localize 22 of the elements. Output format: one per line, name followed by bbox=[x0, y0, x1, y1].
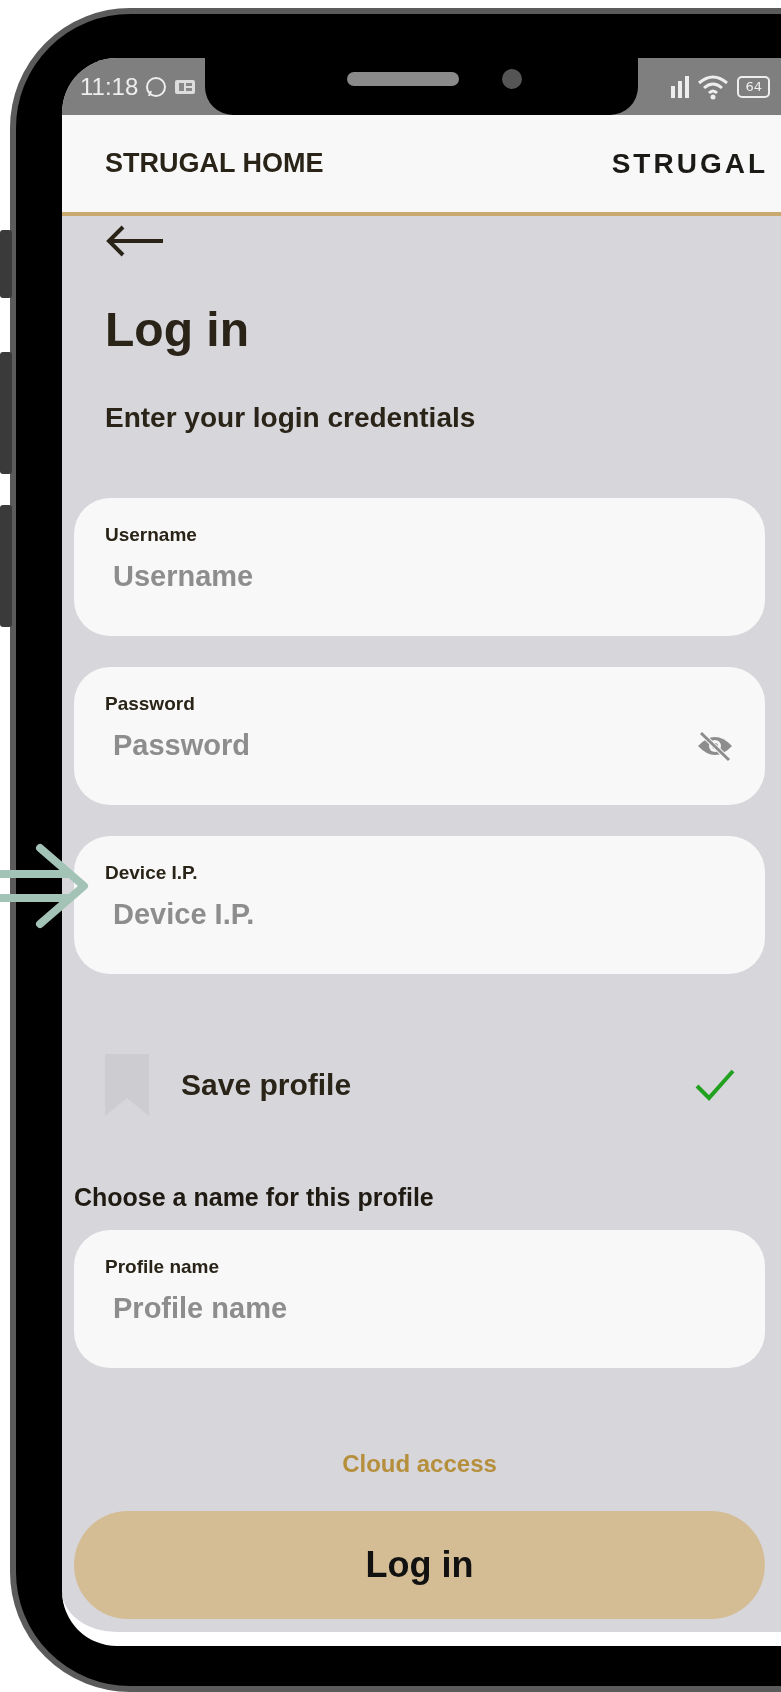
field-label: Profile name bbox=[105, 1256, 221, 1278]
input-field[interactable]: Username bbox=[105, 560, 735, 593]
input-field[interactable]: Profile name bbox=[105, 1292, 735, 1325]
page-subtitle: Enter your login credentials bbox=[105, 401, 477, 435]
input-field[interactable]: Device I.P. bbox=[105, 898, 735, 931]
battery-indicator: 64 bbox=[737, 75, 770, 98]
wifi-icon bbox=[697, 73, 730, 100]
section-heading: Choose a name for this profile bbox=[74, 1182, 435, 1212]
brand-logo: STRUGAL bbox=[611, 147, 768, 180]
chat-bubble-icon bbox=[144, 74, 169, 99]
field-label: Device I.P. bbox=[105, 862, 199, 884]
status-time: 11:18 bbox=[80, 72, 139, 101]
header-title: STRUGAL HOME bbox=[105, 148, 324, 179]
page-title: Log in bbox=[105, 302, 250, 358]
save-profile-label: Save profile bbox=[181, 1068, 352, 1102]
signal-icon bbox=[669, 75, 690, 98]
login-button[interactable]: Log in bbox=[74, 1511, 765, 1619]
input-field[interactable]: Password bbox=[105, 729, 695, 762]
back-arrow-icon[interactable] bbox=[105, 224, 165, 258]
checkmark-icon[interactable] bbox=[695, 1068, 735, 1102]
field-label: Password bbox=[105, 693, 196, 715]
field-label: Username bbox=[105, 524, 198, 546]
